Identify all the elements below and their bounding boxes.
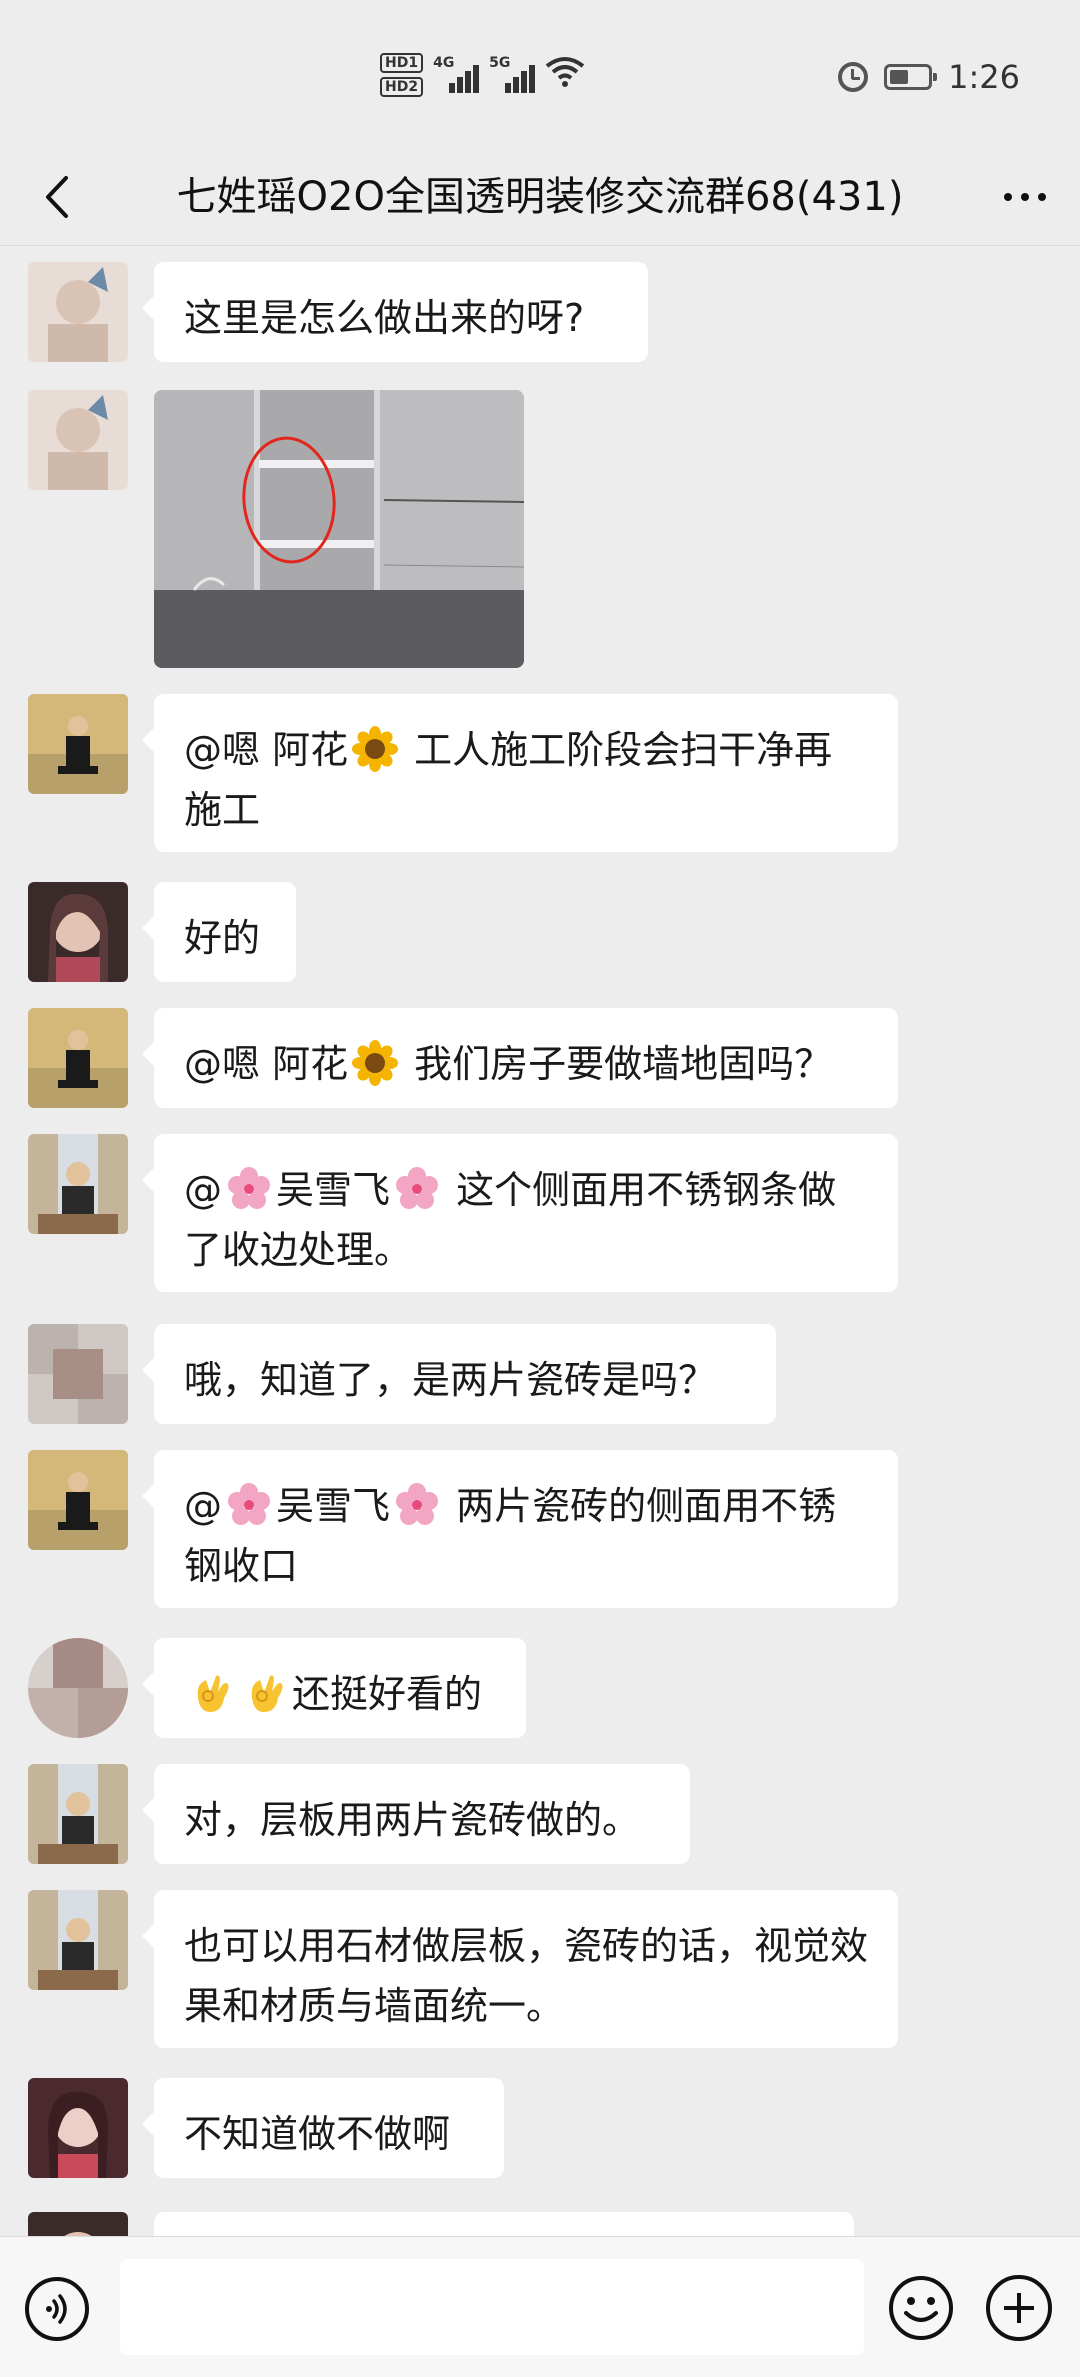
back-arrow-icon[interactable] bbox=[32, 172, 82, 222]
status-bar: HD1 HD2 4G 5G 1:26 bbox=[0, 0, 1080, 150]
battery-fill bbox=[890, 70, 909, 84]
avatar[interactable] bbox=[28, 2078, 128, 2178]
message-text: 不知道做不做啊 bbox=[184, 2112, 451, 2156]
signal-4g-icon: 4G bbox=[433, 55, 480, 95]
chat-header: 七姓瑶O2O全国透明装修交流群68(431) bbox=[0, 150, 1080, 246]
message-text: 好的 bbox=[184, 916, 261, 960]
status-right: 1:26 bbox=[838, 52, 1020, 102]
blossom-icon bbox=[228, 1167, 270, 1209]
mention[interactable]: @ bbox=[184, 1168, 222, 1212]
mention[interactable]: @嗯 阿花 bbox=[184, 1042, 348, 1086]
blossom-icon bbox=[396, 1483, 439, 1525]
hd1-badge: HD1 bbox=[380, 53, 424, 73]
message-bubble[interactable]: 还挺好看的 bbox=[142, 1638, 526, 1738]
avatar[interactable] bbox=[28, 1890, 128, 1990]
avatar[interactable] bbox=[28, 262, 128, 362]
mention[interactable]: @嗯 阿花 bbox=[184, 728, 348, 772]
avatar[interactable] bbox=[28, 2212, 128, 2236]
message-bubble[interactable]: 好的 bbox=[142, 882, 296, 982]
network-indicators: HD1 HD2 4G 5G bbox=[380, 50, 585, 100]
ok-hand-icon bbox=[251, 1675, 283, 1712]
message-bubble[interactable]: 不知道做不做啊 bbox=[142, 2078, 504, 2178]
sunflower-icon bbox=[352, 1040, 399, 1086]
message-text: 还挺好看的 bbox=[292, 1672, 483, 1716]
message-bubble[interactable]: @ 吴雪飞 两片瓷砖的侧面用不锈钢收口 bbox=[142, 1450, 898, 1608]
message-bubble[interactable]: @ 吴雪飞 这个侧面用不锈钢条做了收边处理。 bbox=[142, 1134, 898, 1292]
hd-badges: HD1 HD2 bbox=[380, 53, 424, 97]
wifi-icon bbox=[545, 56, 585, 95]
chat-input-bar bbox=[0, 2236, 1080, 2377]
mention[interactable]: @ bbox=[184, 1484, 222, 1528]
clock-time: 1:26 bbox=[948, 58, 1020, 96]
hd2-badge: HD2 bbox=[380, 77, 424, 97]
message-bubble[interactable]: 也可以用石材做层板，瓷砖的话，视觉效果和材质与墙面统一。 bbox=[142, 1890, 898, 2048]
message-text: 这里是怎么做出来的呀? bbox=[184, 296, 585, 340]
voice-icon[interactable] bbox=[25, 2277, 89, 2341]
message-bubble[interactable]: @嗯 阿花 工人施工阶段会扫干净再施工 bbox=[142, 694, 898, 852]
sunflower-icon bbox=[352, 726, 399, 772]
avatar[interactable] bbox=[28, 390, 128, 490]
avatar[interactable] bbox=[28, 694, 128, 794]
avatar[interactable] bbox=[28, 1324, 128, 1424]
message-bubble[interactable]: 哦，知道了，是两片瓷砖是吗？ bbox=[142, 1324, 776, 1424]
chat-title: 七姓瑶O2O全国透明装修交流群68(431) bbox=[176, 174, 904, 220]
message-text: 哦，知道了，是两片瓷砖是吗？ bbox=[184, 1358, 717, 1402]
avatar[interactable] bbox=[28, 1008, 128, 1108]
avatar[interactable] bbox=[28, 1450, 128, 1550]
ok-hand-icon bbox=[197, 1675, 229, 1712]
avatar[interactable] bbox=[28, 1764, 128, 1864]
alarm-icon bbox=[838, 62, 869, 92]
message-input[interactable] bbox=[120, 2259, 864, 2355]
mention-name[interactable]: 吴雪飞 bbox=[276, 1484, 390, 1528]
more-dots-icon[interactable] bbox=[1000, 172, 1050, 222]
avatar[interactable] bbox=[28, 1134, 128, 1234]
blossom-icon bbox=[228, 1483, 270, 1525]
message-bubble[interactable]: @嗯 阿花 我们房子要做墙地固吗？ bbox=[142, 1008, 898, 1108]
message-list[interactable]: 这里是怎么做出来的呀? @嗯 阿花 工人施工阶段会扫干净再施工 好的 @嗯 阿花… bbox=[0, 246, 1080, 2236]
plus-icon[interactable] bbox=[986, 2275, 1052, 2341]
message-bubble[interactable]: 这里是怎么做出来的呀? bbox=[142, 262, 648, 362]
signal-5g-icon: 5G bbox=[489, 55, 536, 95]
battery-icon bbox=[884, 64, 938, 90]
message-bubble[interactable] bbox=[154, 2212, 854, 2236]
message-text: 我们房子要做墙地固吗？ bbox=[402, 1042, 833, 1086]
message-bubble[interactable]: 对，层板用两片瓷砖做的。 bbox=[142, 1764, 690, 1864]
message-text: 对，层板用两片瓷砖做的。 bbox=[184, 1798, 641, 1842]
message-text: 也可以用石材做层板，瓷砖的话，视觉效果和材质与墙面统一。 bbox=[184, 1924, 869, 2028]
smiley-icon[interactable] bbox=[888, 2275, 954, 2341]
avatar[interactable] bbox=[28, 1638, 128, 1738]
bathroom-niche-photo[interactable] bbox=[154, 390, 524, 668]
avatar[interactable] bbox=[28, 882, 128, 982]
mention-name[interactable]: 吴雪飞 bbox=[276, 1168, 390, 1212]
blossom-icon bbox=[396, 1167, 439, 1209]
